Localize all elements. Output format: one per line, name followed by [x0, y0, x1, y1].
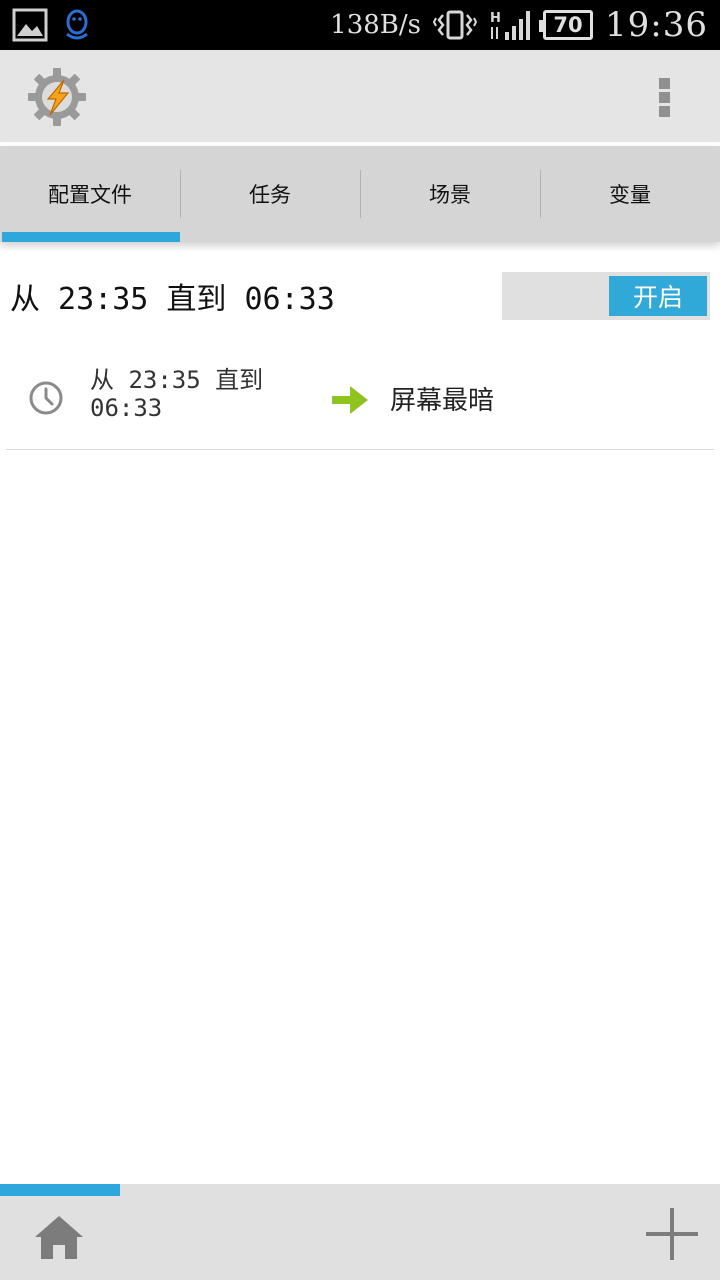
hspa-signal-icon: H [490, 11, 531, 40]
tab-bar: 配置文件 任务 场景 变量 [0, 146, 720, 242]
profile-context-row[interactable]: 从 23:35 直到 06:33 屏幕最暗 [6, 350, 714, 450]
tab-label: 任务 [249, 183, 291, 207]
clock-time: 19:36 [605, 5, 708, 45]
qq-icon [66, 9, 88, 40]
tab-scenes[interactable]: 场景 [360, 146, 540, 242]
tab-profiles[interactable]: 配置文件 [0, 146, 180, 242]
status-bar: 138B/s H 70 19:36 [0, 0, 720, 50]
tab-label: 配置文件 [48, 183, 132, 207]
home-icon[interactable] [32, 1212, 86, 1262]
linked-task-name[interactable]: 屏幕最暗 [390, 380, 494, 417]
overflow-menu-icon[interactable] [650, 74, 680, 120]
tab-label: 变量 [609, 183, 651, 207]
context-time-range[interactable]: 从 23:35 直到 06:33 [90, 366, 320, 422]
tasker-gear-icon[interactable] [26, 66, 88, 128]
toggle-on-label: 开启 [609, 276, 707, 316]
add-icon[interactable] [644, 1206, 700, 1262]
tab-variables[interactable]: 变量 [540, 146, 720, 242]
action-bar [0, 50, 720, 142]
profile-title[interactable]: 从 23:35 直到 06:33 [10, 274, 335, 318]
profile-toggle[interactable]: 开启 [502, 272, 710, 320]
clock-icon [29, 381, 63, 415]
battery-level: 70 [553, 13, 583, 37]
battery-indicator: 70 [539, 10, 594, 40]
vibrate-icon [433, 10, 478, 40]
bottom-tab-indicator [0, 1184, 120, 1196]
arrow-right-icon [332, 386, 368, 414]
bottom-bar [0, 1184, 720, 1280]
tab-label: 场景 [429, 183, 471, 207]
tab-tasks[interactable]: 任务 [180, 146, 360, 242]
gallery-icon [12, 8, 48, 42]
svg-text:H: H [490, 11, 501, 26]
net-speed: 138B/s [330, 10, 422, 40]
